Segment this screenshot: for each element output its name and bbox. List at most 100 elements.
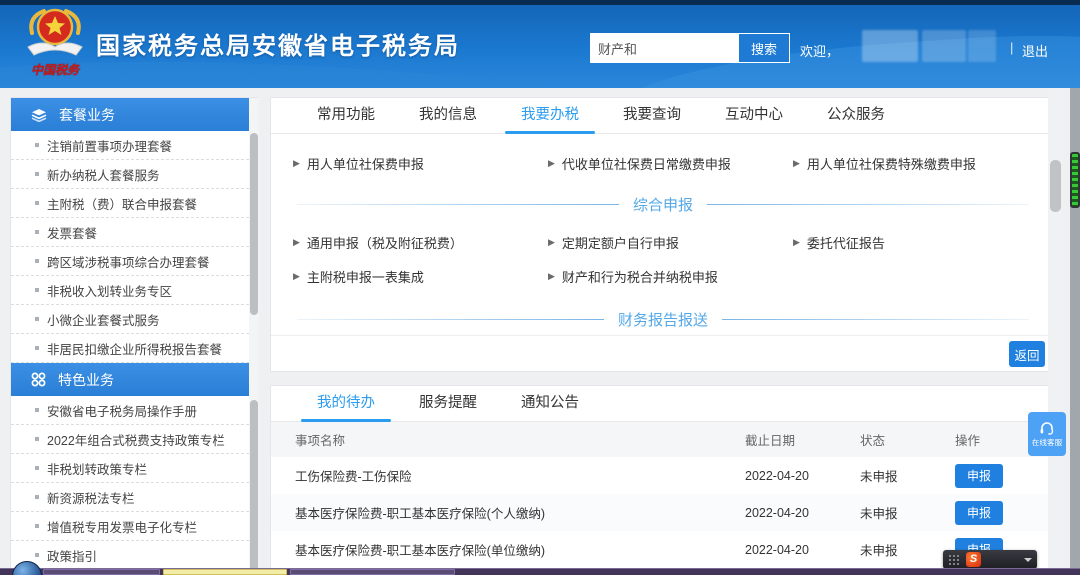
sidebar-item[interactable]: 新办纳税人套餐服务 [11, 160, 249, 189]
sidebar-item[interactable]: 政策指引 [11, 541, 249, 570]
sidebar-item[interactable]: 新资源税法专栏 [11, 483, 249, 512]
site-title: 国家税务总局安徽省电子税务局 [96, 26, 460, 61]
service-link[interactable]: ▶委托代征报告 [793, 225, 1055, 259]
bullet-icon [35, 172, 39, 176]
taskbar-window-button[interactable] [43, 569, 160, 575]
taskbar-window-button-active[interactable] [163, 569, 287, 575]
sidebar-item-label: 2022年组合式税费支持政策专栏 [47, 430, 225, 449]
sidebar-section-featured-business[interactable]: 特色业务 [11, 363, 257, 396]
sidebar-section-package-business[interactable]: 套餐业务 [11, 98, 257, 131]
header-separator: | [1010, 40, 1013, 55]
item-name: 工伤保险费-工伤保险 [271, 466, 745, 485]
sidebar-item[interactable]: 2022年组合式税费支持政策专栏 [11, 425, 249, 454]
item-deadline: 2022-04-20 [745, 506, 860, 520]
tab-my-todo[interactable]: 我的待办 [295, 386, 397, 421]
divider-title: 财务报告报送 [618, 309, 708, 330]
redacted-username [968, 30, 996, 62]
divider-line [297, 319, 604, 320]
social-insurance-links: ▶用人单位社保费申报 ▶代收单位社保费日常缴费申报 ▶用人单位社保费特殊缴费申报 [271, 146, 1055, 180]
tab-interaction-center[interactable]: 互动中心 [703, 98, 805, 133]
logout-link[interactable]: 退出 [1022, 41, 1048, 60]
sidebar: 套餐业务 注销前置事项办理套餐 新办纳税人套餐服务 主附税（费）联合申报套餐 发… [10, 97, 258, 575]
sidebar-section-title: 套餐业务 [59, 105, 115, 125]
bullet-icon [35, 524, 39, 528]
arrow-icon: ▶ [548, 271, 555, 282]
service-link[interactable]: ▶用人单位社保费申报 [293, 146, 548, 180]
tab-common-functions[interactable]: 常用功能 [295, 98, 397, 133]
tax-bureau-logo: 中国税务 [18, 3, 92, 81]
sidebar-item-label: 发票套餐 [47, 223, 97, 242]
sidebar-item[interactable]: 增值税专用发票电子化专栏 [11, 512, 249, 541]
declare-button[interactable]: 申报 [955, 464, 1003, 488]
sidebar-scrollbar-thumb[interactable] [250, 400, 258, 575]
sidebar-item-label: 政策指引 [47, 546, 97, 565]
logo-caption: 中国税务 [18, 61, 92, 78]
drag-handle-icon[interactable] [948, 554, 960, 565]
sidebar-item[interactable]: 发票套餐 [11, 218, 249, 247]
table-row: 工伤保险费-工伤保险 2022-04-20 未申报 申报 [271, 457, 1055, 494]
service-link[interactable]: ▶定期定额户自行申报 [548, 225, 793, 259]
service-link-label: 主附税申报一表集成 [307, 267, 424, 286]
page-scrollbar-thumb[interactable] [1050, 160, 1061, 212]
sidebar-item-label: 小微企业套餐式服务 [47, 310, 160, 329]
sidebar-section-title: 特色业务 [58, 370, 114, 390]
todo-table-header: 事项名称 截止日期 状态 操作 [271, 422, 1055, 457]
sidebar-item[interactable]: 安徽省电子税务局操作手册 [11, 396, 249, 425]
service-link[interactable]: ▶ 通用申报（税及附征税费） [293, 225, 548, 259]
sidebar-scrollbar-thumb[interactable] [250, 133, 258, 315]
search-button[interactable]: 搜索 [738, 33, 790, 63]
sidebar-item[interactable]: 非税收入划转业务专区 [11, 276, 249, 305]
sidebar-item[interactable]: 小微企业套餐式服务 [11, 305, 249, 334]
service-link[interactable]: ▶代收单位社保费日常缴费申报 [548, 146, 793, 180]
sidebar-item-label: 非居民扣缴企业所得税报告套餐 [47, 339, 222, 358]
online-customer-service-button[interactable]: 在线客服 [1028, 412, 1066, 456]
tab-public-services[interactable]: 公众服务 [805, 98, 907, 133]
arrow-icon: ▶ [293, 158, 300, 169]
sidebar-item-label: 安徽省电子税务局操作手册 [47, 401, 197, 420]
service-link[interactable]: ▶主附税申报一表集成 [293, 259, 548, 293]
todo-panel: 我的待办 服务提醒 通知公告 事项名称 截止日期 状态 操作 工伤保险费-工伤保… [270, 385, 1056, 575]
sidebar-item-label: 跨区域涉税事项综合办理套餐 [47, 252, 210, 271]
layers-icon [31, 108, 47, 122]
bullet-icon [35, 230, 39, 234]
section-divider-financial-report: 财务报告报送 [297, 309, 1029, 330]
section-divider-comprehensive-filing: 综合申报 [297, 194, 1029, 215]
column-header-deadline: 截止日期 [745, 430, 860, 449]
declare-button[interactable]: 申报 [955, 501, 1003, 525]
ime-dropdown-icon[interactable] [1024, 558, 1032, 562]
item-status: 未申报 [860, 503, 955, 522]
sidebar-item[interactable]: 跨区域涉税事项综合办理套餐 [11, 247, 249, 276]
tab-i-want-to-file-tax[interactable]: 我要办税 [499, 98, 601, 133]
service-link-label: 定期定额户自行申报 [562, 233, 679, 252]
sidebar-item-label: 增值税专用发票电子化专栏 [47, 517, 197, 536]
sidebar-item[interactable]: 主附税（费）联合申报套餐 [11, 189, 249, 218]
tab-i-want-to-query[interactable]: 我要查询 [601, 98, 703, 133]
bullet-icon [35, 143, 39, 147]
ime-toolbar[interactable]: S [943, 550, 1037, 569]
column-header-item-name: 事项名称 [271, 430, 745, 449]
arrow-icon: ▶ [793, 158, 800, 169]
service-link[interactable]: ▶用人单位社保费特殊缴费申报 [793, 146, 1055, 180]
search-input[interactable] [590, 33, 738, 63]
service-link[interactable]: ▶财产和行为税合并纳税申报 [548, 259, 793, 293]
sidebar-item[interactable]: 注销前置事项办理套餐 [11, 131, 249, 160]
main-tabs: 常用功能 我的信息 我要办税 我要查询 互动中心 公众服务 [271, 98, 1055, 134]
sidebar-item[interactable]: 非税划转政策专栏 [11, 454, 249, 483]
tab-my-info[interactable]: 我的信息 [397, 98, 499, 133]
taskbar-window-button[interactable] [290, 569, 455, 575]
arrow-icon: ▶ [293, 237, 300, 248]
bullet-icon [35, 495, 39, 499]
divider-line [297, 204, 619, 205]
tax-services-panel: 常用功能 我的信息 我要办税 我要查询 互动中心 公众服务 ▶用人单位社保费申报… [270, 97, 1056, 372]
tab-notices[interactable]: 通知公告 [499, 386, 601, 421]
arrow-icon: ▶ [793, 237, 800, 248]
welcome-text: 欢迎， [800, 41, 839, 60]
service-link-label: 通用申报（税及附征税费） [307, 233, 463, 252]
grid-icon [31, 372, 46, 387]
back-button[interactable]: 返回 [1009, 341, 1045, 367]
redacted-username [922, 30, 966, 62]
item-status: 未申报 [860, 540, 955, 559]
tab-service-reminder[interactable]: 服务提醒 [397, 386, 499, 421]
sogou-ime-icon[interactable]: S [966, 552, 981, 567]
sidebar-item[interactable]: 非居民扣缴企业所得税报告套餐 [11, 334, 249, 363]
